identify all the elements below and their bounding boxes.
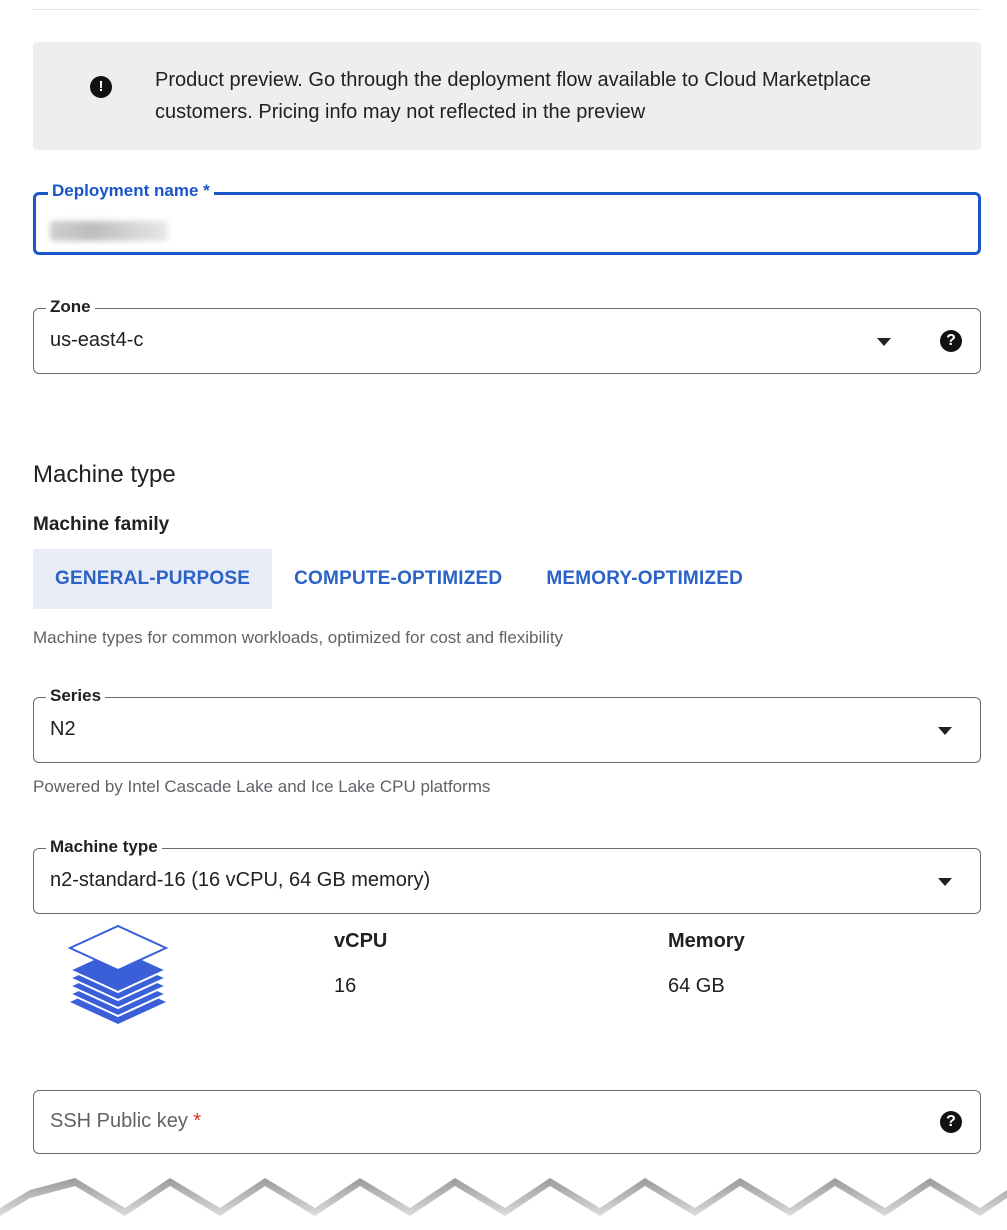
help-icon[interactable]: ?: [940, 1111, 962, 1133]
memory-label: Memory: [668, 930, 745, 952]
torn-edge-decoration: [0, 1178, 1007, 1230]
series-label: Series: [46, 684, 106, 708]
machine-family-hint: Machine types for common workloads, opti…: [33, 628, 564, 647]
vcpu-value: 16: [334, 975, 357, 997]
deployment-name-label: Deployment name *: [48, 179, 214, 203]
machine-type-value: n2-standard-16 (16 vCPU, 64 GB memory): [50, 869, 431, 891]
zone-label: Zone: [46, 295, 95, 319]
required-marker: *: [193, 1110, 202, 1132]
machine-family-tabs: GENERAL-PURPOSE COMPUTE-OPTIMIZED MEMORY…: [33, 549, 765, 609]
series-select[interactable]: Series N2: [33, 684, 981, 763]
banner-text: Product preview. Go through the deployme…: [155, 69, 871, 123]
chevron-down-icon[interactable]: [938, 878, 952, 886]
tab-general-purpose[interactable]: GENERAL-PURPOSE: [33, 549, 273, 609]
tab-compute-optimized[interactable]: COMPUTE-OPTIMIZED: [272, 549, 524, 609]
chevron-down-icon[interactable]: [938, 727, 952, 735]
machine-family-label: Machine family: [33, 514, 170, 535]
redacted-deployment-name: [50, 221, 168, 241]
machine-type-label: Machine type: [46, 835, 162, 859]
series-hint: Powered by Intel Cascade Lake and Ice La…: [33, 777, 491, 796]
preview-banner: ! Product preview. Go through the deploy…: [33, 42, 981, 150]
vcpu-label: vCPU: [334, 930, 388, 952]
chevron-down-icon[interactable]: [877, 338, 891, 346]
top-divider: [33, 9, 981, 10]
zone-value: us-east4-c: [50, 329, 144, 351]
memory-value: 64 GB: [668, 975, 725, 997]
stacked-layers-icon: [67, 924, 169, 1024]
help-icon[interactable]: ?: [940, 330, 962, 352]
series-value: N2: [50, 718, 76, 740]
machine-type-select[interactable]: Machine type n2-standard-16 (16 vCPU, 64…: [33, 835, 981, 914]
ssh-public-key-field[interactable]: SSH Public key * ?: [33, 1090, 981, 1154]
tab-memory-optimized[interactable]: MEMORY-OPTIMIZED: [524, 549, 765, 609]
deployment-name-field[interactable]: Deployment name *: [33, 179, 981, 255]
ssh-key-placeholder: SSH Public key *: [50, 1110, 201, 1133]
ssh-key-placeholder-text: SSH Public key: [50, 1110, 188, 1132]
info-icon: !: [90, 76, 112, 98]
zone-select[interactable]: Zone us-east4-c ?: [33, 295, 981, 374]
section-title-machine-type: Machine type: [33, 461, 176, 488]
